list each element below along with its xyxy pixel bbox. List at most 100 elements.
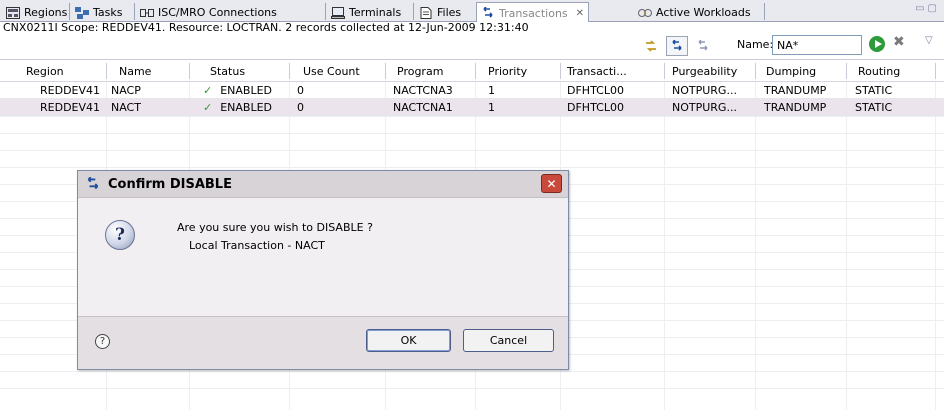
cell-dumping: TRANDUMP	[764, 101, 827, 114]
tab-active-workloads[interactable]: Active Workloads	[634, 3, 755, 22]
grid-line	[0, 133, 944, 134]
view-toolbar: CNX0211I Scope: REDDEV41. Resource: LOCT…	[0, 21, 944, 60]
cancel-button[interactable]: Cancel	[463, 329, 554, 352]
cell-status: ✓ ENABLED	[203, 101, 272, 114]
tab-files[interactable]: Files	[415, 3, 465, 22]
status-text: ENABLED	[220, 84, 273, 97]
tab-label: Terminals	[349, 6, 402, 19]
cell-region: REDDEV41	[40, 101, 101, 114]
cell-transaction: DFHTCL00	[567, 101, 624, 114]
name-filter-input[interactable]	[772, 35, 862, 55]
cell-dumping: TRANDUMP	[764, 84, 827, 97]
column-header-program[interactable]: Program	[397, 65, 443, 78]
column-header-status[interactable]: Status	[210, 65, 245, 78]
tab-regions[interactable]: Regions	[2, 3, 71, 22]
transactions-alt-icon[interactable]	[692, 36, 714, 56]
cell-use-count: 0	[297, 101, 304, 114]
column-divider[interactable]	[935, 63, 936, 79]
files-icon	[419, 6, 433, 19]
dialog-message: Are you sure you wish to DISABLE ?	[177, 221, 373, 234]
table-row[interactable]: REDDEV41 NACP ✓ ENABLED 0 NACTCNA3 1 DFHT…	[0, 82, 944, 99]
column-divider[interactable]	[664, 63, 665, 79]
cell-name: NACT	[111, 101, 141, 114]
toolbar-buttons	[640, 36, 714, 56]
view-tab-strip: Regions Tasks ISC/MRO Connections Termin…	[0, 0, 944, 23]
close-icon[interactable]: ✕	[541, 174, 562, 193]
confirm-disable-dialog: Confirm DISABLE ✕ ? Are you sure you wis…	[77, 170, 569, 370]
name-filter-label: Name:	[737, 38, 774, 51]
tab-label: Files	[437, 6, 462, 19]
status-text: ENABLED	[220, 101, 273, 114]
grid-line	[755, 82, 756, 410]
tab-label: Tasks	[93, 6, 123, 19]
cell-name: NACP	[111, 84, 141, 97]
regions-icon	[6, 6, 20, 19]
column-divider[interactable]	[189, 63, 190, 79]
column-divider[interactable]	[846, 63, 847, 79]
tasks-icon	[75, 6, 89, 19]
tab-isc-mro-connections[interactable]: ISC/MRO Connections	[136, 3, 281, 22]
connections-icon	[140, 7, 154, 19]
column-header-dumping[interactable]: Dumping	[766, 65, 816, 78]
tab-label: Transactions	[499, 6, 568, 20]
view-menu-icon[interactable]: ▽	[925, 35, 933, 46]
cell-transaction: DFHTCL00	[567, 84, 624, 97]
transactions-icon	[481, 7, 495, 19]
tab-transactions[interactable]: Transactions ✕	[476, 2, 590, 23]
column-header-transaction[interactable]: Transacti...	[567, 65, 627, 78]
cell-routing: STATIC	[855, 101, 893, 114]
column-header-purgeability[interactable]: Purgeability	[672, 65, 737, 78]
tab-tasks[interactable]: Tasks	[71, 3, 126, 22]
cell-program: NACTCNA1	[393, 101, 453, 114]
cell-region: REDDEV41	[40, 84, 101, 97]
cell-program: NACTCNA3	[393, 84, 453, 97]
table-row-selected[interactable]: REDDEV41 NACT ✓ ENABLED 0 NACTCNA1 1 DFHT…	[0, 99, 944, 116]
cell-priority: 1	[488, 101, 495, 114]
minimize-icon[interactable]: ▭	[915, 3, 927, 14]
tab-divider	[69, 3, 70, 20]
column-divider[interactable]	[106, 63, 107, 79]
column-divider[interactable]	[755, 63, 756, 79]
maximize-icon[interactable]: ▢	[928, 3, 940, 14]
tab-terminals[interactable]: Terminals	[327, 3, 405, 22]
column-divider[interactable]	[560, 63, 561, 79]
checkmark-icon: ✓	[203, 101, 213, 114]
grid-line	[846, 82, 847, 410]
tab-label: Active Workloads	[656, 6, 751, 19]
cell-use-count: 0	[297, 84, 304, 97]
grid-line	[0, 150, 944, 151]
help-icon[interactable]: ?	[95, 334, 110, 349]
column-header-priority[interactable]: Priority	[488, 65, 527, 78]
question-icon: ?	[105, 220, 135, 250]
terminal-icon	[331, 6, 345, 19]
tab-divider	[325, 3, 326, 20]
column-header-routing[interactable]: Routing	[858, 65, 900, 78]
grid-line	[0, 116, 944, 117]
refresh-icon[interactable]	[640, 36, 662, 56]
apply-filter-icon[interactable]	[869, 36, 885, 52]
cell-priority: 1	[488, 84, 495, 97]
grid-line	[0, 388, 944, 389]
transactions-icon	[84, 176, 102, 192]
column-divider[interactable]	[289, 63, 290, 79]
grid-line	[0, 167, 944, 168]
transactions-view-icon[interactable]	[666, 36, 688, 56]
column-header-use-count[interactable]: Use Count	[303, 65, 360, 78]
cell-routing: STATIC	[855, 84, 893, 97]
dialog-title: Confirm DISABLE	[108, 176, 232, 192]
status-message: CNX0211I Scope: REDDEV41. Resource: LOCT…	[3, 21, 529, 34]
cell-purgeability: NOTPURG...	[672, 84, 737, 97]
column-header-region[interactable]: Region	[26, 65, 64, 78]
clear-filter-icon[interactable]: ✖	[893, 34, 905, 50]
column-header-name[interactable]: Name	[119, 65, 151, 78]
column-divider[interactable]	[475, 63, 476, 79]
view-window-controls[interactable]: ▭▢	[915, 3, 940, 14]
dialog-detail: Local Transaction - NACT	[189, 239, 325, 252]
ok-button[interactable]: OK	[366, 329, 451, 352]
grid-line	[0, 371, 944, 372]
close-tab-icon[interactable]: ✕	[576, 8, 584, 19]
column-divider[interactable]	[385, 63, 386, 79]
dialog-title-bar[interactable]: Confirm DISABLE ✕	[78, 171, 568, 197]
grid-line	[935, 82, 936, 410]
checkmark-icon: ✓	[203, 84, 213, 97]
